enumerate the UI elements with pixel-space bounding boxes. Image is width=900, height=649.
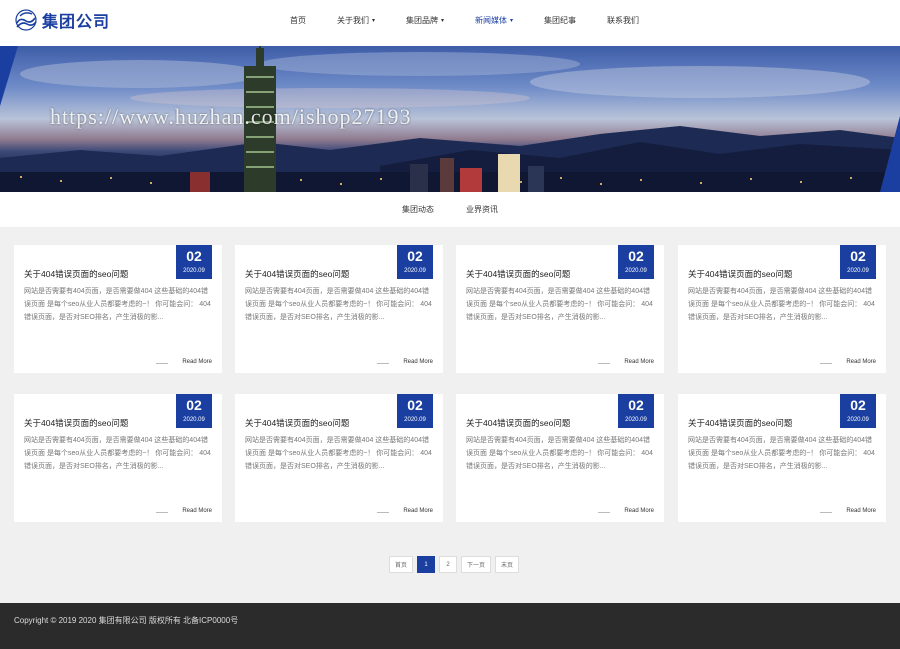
hero-banner: https://www.huzhan.com/ishop27193 [0, 46, 900, 192]
news-card[interactable]: 02 2020.09 关于404错误页面的seo问题网站是否需要有404页面，是否需… [235, 245, 443, 373]
divider [156, 512, 168, 513]
page-number-button[interactable]: 1 [417, 556, 436, 573]
last-page-button[interactable]: 末页 [495, 556, 520, 573]
card-title[interactable]: 关于404错误页面的seo问题 [245, 417, 349, 429]
copyright-text: Copyright © 2019 2020 集团有限公司 版权所有 北备ICP0… [14, 616, 239, 625]
date-badge: 02 2020.09 [840, 245, 876, 279]
subtab-0[interactable]: 集团动态 [402, 204, 434, 215]
read-more-link[interactable]: Read More [403, 359, 433, 365]
watermark-url: https://www.huzhan.com/ishop27193 [50, 104, 412, 129]
card-title[interactable]: 关于404错误页面的seo问题 [24, 417, 128, 429]
news-card[interactable]: 02 2020.09 关于404错误页面的seo问题网站是否需要有404页面，是否需… [456, 245, 664, 373]
nav-item-label: 集团纪事 [544, 15, 577, 25]
card-description: 网站是否需要有404页面，是否需要做404 这些基础的404错误页面 是每个se… [245, 288, 432, 321]
nav-item-2[interactable]: 集团品牌 ▾ [406, 15, 444, 26]
date-year-month: 2020.09 [404, 417, 426, 423]
nav-item-label: 集团品牌 [406, 15, 439, 25]
card-description: 网站是否需要有404页面，是否需要做404 这些基础的404错误页面 是每个se… [466, 437, 653, 470]
card-title[interactable]: 关于404错误页面的seo问题 [245, 268, 349, 280]
nav-item-label: 新闻媒体 [475, 15, 508, 25]
card-title[interactable]: 关于404错误页面的seo问题 [466, 417, 570, 429]
date-day: 02 [407, 397, 423, 413]
nav-item-5[interactable]: 联系我们 [607, 15, 639, 26]
date-badge: 02 2020.09 [176, 394, 212, 428]
read-more-link[interactable]: Read More [624, 359, 654, 365]
news-card[interactable]: 02 2020.09 关于404错误页面的seo问题网站是否需要有404页面，是否需… [678, 394, 886, 522]
card-description: 网站是否需要有404页面，是否需要做404 这些基础的404错误页面 是每个se… [245, 437, 432, 470]
logo-text: 集团公司 [42, 14, 111, 31]
news-card[interactable]: 02 2020.09 关于404错误页面的seo问题网站是否需要有404页面，是否需… [14, 245, 222, 373]
divider [377, 512, 389, 513]
news-card[interactable]: 02 2020.09 关于404错误页面的seo问题网站是否需要有404页面，是否需… [678, 245, 886, 373]
read-more-link[interactable]: Read More [846, 359, 876, 365]
page-number-button[interactable]: 2 [439, 556, 458, 573]
card-title[interactable]: 关于404错误页面的seo问题 [688, 268, 792, 280]
card-description: 网站是否需要有404页面，是否需要做404 这些基础的404错误页面 是每个se… [24, 288, 211, 321]
date-year-month: 2020.09 [847, 417, 869, 423]
date-day: 02 [850, 397, 866, 413]
date-year-month: 2020.09 [625, 268, 647, 274]
card-description: 网站是否需要有404页面，是否需要做404 这些基础的404错误页面 是每个se… [688, 437, 875, 470]
date-day: 02 [628, 397, 644, 413]
pagination: 首页 1 2 下一页 末页 [389, 556, 523, 573]
nav-item-label: 首页 [290, 15, 306, 25]
read-more-link[interactable]: Read More [846, 508, 876, 514]
read-more-link[interactable]: Read More [182, 359, 212, 365]
main-nav: 首页 关于我们 ▾ 集团品牌 ▾ 新闻媒体 ▾ 集团纪事 联系我们 [290, 0, 670, 40]
card-description: 网站是否需要有404页面，是否需要做404 这些基础的404错误页面 是每个se… [24, 437, 211, 470]
card-description: 网站是否需要有404页面，是否需要做404 这些基础的404错误页面 是每个se… [466, 288, 653, 321]
site-footer: Copyright © 2019 2020 集团有限公司 版权所有 北备ICP0… [0, 603, 900, 649]
date-day: 02 [407, 248, 423, 264]
divider [598, 512, 610, 513]
card-description: 网站是否需要有404页面，是否需要做404 这些基础的404错误页面 是每个se… [688, 288, 875, 321]
date-year-month: 2020.09 [183, 417, 205, 423]
date-badge: 02 2020.09 [618, 394, 654, 428]
card-title[interactable]: 关于404错误页面的seo问题 [688, 417, 792, 429]
divider [598, 363, 610, 364]
subtab-1[interactable]: 业界资讯 [466, 204, 498, 215]
next-page-button[interactable]: 下一页 [461, 556, 492, 573]
date-badge: 02 2020.09 [840, 394, 876, 428]
logo[interactable]: 集团公司 [14, 8, 110, 32]
divider [820, 363, 832, 364]
date-day: 02 [850, 248, 866, 264]
site-header: 集团公司 首页 关于我们 ▾ 集团品牌 ▾ 新闻媒体 ▾ 集团纪事 联系我们 [0, 0, 900, 46]
date-year-month: 2020.09 [183, 268, 205, 274]
date-badge: 02 2020.09 [397, 394, 433, 428]
news-card[interactable]: 02 2020.09 关于404错误页面的seo问题网站是否需要有404页面，是否需… [235, 394, 443, 522]
date-year-month: 2020.09 [404, 268, 426, 274]
chevron-down-icon: ▾ [441, 17, 445, 24]
card-title[interactable]: 关于404错误页面的seo问题 [466, 268, 570, 280]
date-year-month: 2020.09 [625, 417, 647, 423]
chevron-down-icon: ▾ [510, 17, 514, 24]
date-badge: 02 2020.09 [618, 245, 654, 279]
first-page-button[interactable]: 首页 [389, 556, 414, 573]
divider [820, 512, 832, 513]
news-card[interactable]: 02 2020.09 关于404错误页面的seo问题网站是否需要有404页面，是否需… [14, 394, 222, 522]
date-day: 02 [186, 248, 202, 264]
nav-item-label: 关于我们 [337, 15, 369, 25]
chevron-down-icon: ▾ [372, 17, 376, 24]
nav-item-3[interactable]: 新闻媒体 ▾ [475, 15, 513, 26]
card-title[interactable]: 关于404错误页面的seo问题 [24, 268, 128, 280]
divider [156, 363, 168, 364]
news-card[interactable]: 02 2020.09 关于404错误页面的seo问题网站是否需要有404页面，是否需… [456, 394, 664, 522]
read-more-link[interactable]: Read More [624, 508, 654, 514]
read-more-link[interactable]: Read More [182, 508, 212, 514]
divider [377, 363, 389, 364]
date-day: 02 [628, 248, 644, 264]
sub-tabs: 集团动态 业界资讯 [0, 192, 900, 227]
date-badge: 02 2020.09 [397, 245, 433, 279]
nav-item-1[interactable]: 关于我们 ▾ [337, 15, 375, 26]
nav-item-0[interactable]: 首页 [290, 15, 306, 26]
read-more-link[interactable]: Read More [403, 508, 433, 514]
logo-icon [15, 9, 37, 31]
nav-item-label: 联系我们 [607, 15, 640, 25]
nav-item-4[interactable]: 集团纪事 [544, 15, 576, 26]
date-badge: 02 2020.09 [176, 245, 212, 279]
date-day: 02 [186, 397, 202, 413]
date-year-month: 2020.09 [847, 268, 869, 274]
